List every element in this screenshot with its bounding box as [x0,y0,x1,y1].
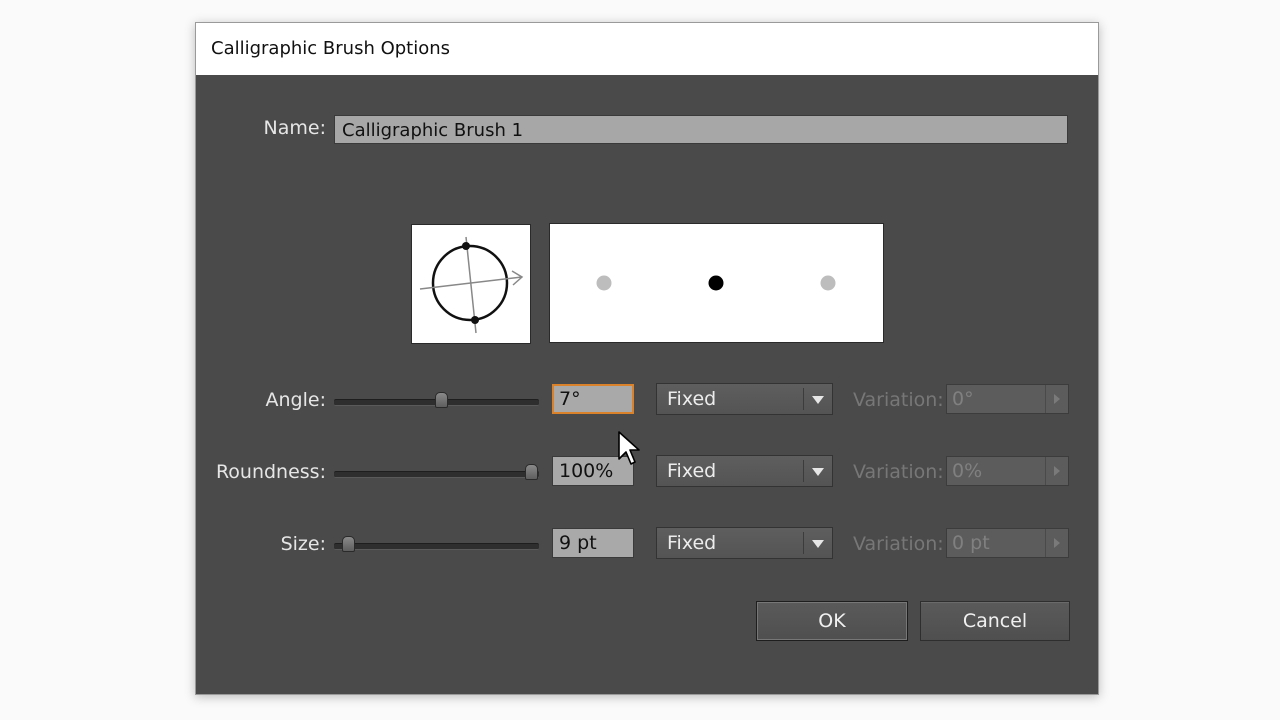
chevron-right-icon[interactable] [1045,529,1068,557]
current-size-dot [708,275,724,291]
size-slider-track[interactable] [334,543,539,550]
size-variation-label: Variation: [853,533,944,555]
angle-mode-value: Fixed [667,388,717,410]
size-variation-value: 0 pt [952,532,990,554]
roundness-handle-top[interactable] [462,242,470,250]
size-input[interactable]: 9 pt [552,528,634,558]
size-label: Size: [280,533,326,555]
max-variation-dot [820,275,836,291]
chevron-down-icon [812,468,824,476]
roundness-mode-dropdown[interactable]: Fixed [656,455,833,487]
chevron-right-icon[interactable] [1045,457,1068,485]
dropdown-divider [803,460,804,482]
name-label: Name: [263,117,326,139]
angle-label: Angle: [265,389,326,411]
chevron-down-icon [812,396,824,404]
size-slider[interactable] [334,533,539,557]
brush-variation-preview [549,223,884,343]
angle-slider[interactable] [334,389,539,413]
roundness-slider-thumb[interactable] [524,464,538,480]
angle-variation-label: Variation: [853,389,944,411]
size-mode-value: Fixed [667,532,717,554]
angle-variation-input[interactable]: 0° [946,384,1069,414]
chevron-down-icon [812,540,824,548]
dropdown-divider [803,388,804,410]
roundness-slider-track[interactable] [334,471,539,478]
angle-input[interactable]: 7° [552,384,634,414]
roundness-variation-value: 0% [952,460,983,482]
roundness-slider[interactable] [334,461,539,485]
dialog-title: Calligraphic Brush Options [211,38,451,59]
angle-variation-value: 0° [952,388,974,410]
roundness-label: Roundness: [215,461,326,483]
title-bar[interactable]: Calligraphic Brush Options [196,23,1098,75]
name-input[interactable]: Calligraphic Brush 1 [334,115,1068,144]
size-variation-input[interactable]: 0 pt [946,528,1069,558]
screen: Calligraphic Brush Options Name: Calligr… [0,0,1280,720]
calligraphic-brush-options-dialog: Calligraphic Brush Options Name: Calligr… [195,22,1099,695]
size-slider-thumb[interactable] [342,536,356,552]
brush-angle-roundness-widget[interactable] [412,225,530,343]
chevron-right-icon[interactable] [1045,385,1068,413]
angle-mode-dropdown[interactable]: Fixed [656,383,833,415]
roundness-handle-bottom[interactable] [471,316,479,324]
mouse-pointer-icon [618,431,640,465]
cancel-button[interactable]: Cancel [920,601,1070,641]
angle-slider-thumb[interactable] [434,392,448,408]
min-variation-dot [596,275,612,291]
roundness-variation-label: Variation: [853,461,944,483]
roundness-variation-input[interactable]: 0% [946,456,1069,486]
variation-preview-canvas [596,275,836,291]
ok-button[interactable]: OK [756,601,908,641]
dropdown-divider [803,532,804,554]
roundness-mode-value: Fixed [667,460,717,482]
size-mode-dropdown[interactable]: Fixed [656,527,833,559]
brush-shape-preview[interactable] [411,224,531,344]
